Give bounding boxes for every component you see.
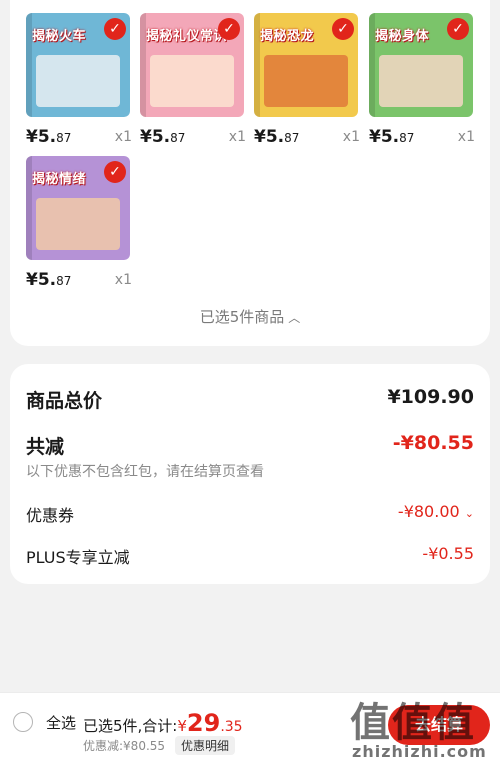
cover-illustration (379, 55, 463, 107)
price-integer: ¥5. (26, 270, 57, 290)
coupon-row[interactable]: 优惠券 -¥80.00 ⌄ (26, 502, 474, 525)
product-thumbnail[interactable]: 揭秘火车 ✓ (26, 13, 130, 117)
product-quantity: x1 (342, 129, 360, 145)
reduction-note-row: 以下优惠不包含红包，请在结算页查看 (26, 461, 474, 481)
product-thumbnail[interactable]: 揭秘礼仪常识 ✓ (140, 13, 244, 117)
product-thumbnail[interactable]: 揭秘恐龙 ✓ (254, 13, 358, 117)
cover-title: 揭秘礼仪常识 (146, 29, 228, 44)
coupon-label: 优惠券 (26, 506, 75, 525)
cover-illustration (150, 55, 234, 107)
total-line: 已选5件,合计:¥29.35 (83, 709, 243, 737)
checkout-bar: 全选 已选5件,合计:¥29.35 优惠减:¥80.55 优惠明细 去结算 (0, 692, 500, 769)
discount-line: 优惠减:¥80.55 优惠明细 (83, 736, 236, 755)
cover-title: 揭秘身体 (375, 29, 430, 44)
selected-check-icon[interactable]: ✓ (447, 18, 469, 40)
cover-illustration (264, 55, 348, 107)
total-decimal: .35 (220, 719, 243, 735)
price-integer: ¥5. (369, 127, 400, 147)
plus-row: PLUS专享立减 -¥0.55 (26, 544, 474, 567)
cover-title: 揭秘火车 (32, 29, 87, 44)
price-decimal: 87 (56, 274, 72, 288)
product-price: ¥5.87 (369, 127, 414, 147)
product-thumbnail[interactable]: 揭秘情绪 ✓ (26, 156, 130, 260)
product-quantity: x1 (457, 129, 475, 145)
price-integer: ¥5. (26, 127, 57, 147)
cover-title: 揭秘情绪 (32, 172, 87, 187)
plus-label: PLUS专享立减 (26, 548, 130, 567)
reduction-value: -¥80.55 (392, 432, 474, 454)
product-price: ¥5.87 (26, 270, 71, 290)
selected-count-label: 已选5件,合计: (83, 717, 178, 735)
coupon-value-group: -¥80.00 ⌄ (398, 502, 474, 521)
product-quantity: x1 (114, 129, 132, 145)
cover-illustration (36, 55, 120, 107)
selected-check-icon[interactable]: ✓ (104, 161, 126, 183)
total-currency: ¥ (177, 717, 187, 735)
product-price: ¥5.87 (140, 127, 185, 147)
cover-title: 揭秘恐龙 (260, 29, 315, 44)
product-price: ¥5.87 (254, 127, 299, 147)
selected-items-label: 已选5件商品 (199, 308, 285, 326)
goods-total-label: 商品总价 (26, 390, 103, 412)
price-decimal: 87 (56, 131, 72, 145)
coupon-value: -¥80.00 (397, 502, 460, 521)
discount-text: 优惠减:¥80.55 (83, 739, 166, 753)
goods-total-value: ¥109.90 (387, 386, 474, 408)
goods-total-row: 商品总价 ¥109.90 (26, 386, 474, 412)
reduction-note: 以下优惠不包含红包，请在结算页查看 (26, 464, 264, 480)
select-all-label[interactable]: 全选 (46, 712, 76, 733)
select-all-radio[interactable] (13, 712, 33, 732)
product-quantity: x1 (114, 272, 132, 288)
cover-illustration (36, 198, 120, 250)
price-integer: ¥5. (254, 127, 285, 147)
reduction-label: 共减 (26, 436, 65, 458)
product-thumbnail[interactable]: 揭秘身体 ✓ (369, 13, 473, 117)
checkout-button[interactable]: 去结算 (388, 705, 490, 745)
selected-check-icon[interactable]: ✓ (104, 18, 126, 40)
total-integer: 29 (186, 709, 221, 737)
chevron-down-icon: ⌄ (464, 507, 474, 520)
product-quantity: x1 (228, 129, 246, 145)
price-decimal: 87 (170, 131, 186, 145)
price-integer: ¥5. (140, 127, 171, 147)
product-price: ¥5.87 (26, 127, 71, 147)
selected-check-icon[interactable]: ✓ (332, 18, 354, 40)
selected-items-toggle[interactable]: 已选5件商品 ︿ (10, 306, 490, 327)
selected-check-icon[interactable]: ✓ (218, 18, 240, 40)
reduction-row: 共减 -¥80.55 (26, 432, 474, 458)
price-decimal: 87 (284, 131, 300, 145)
chevron-up-icon: ︿ (288, 311, 301, 325)
price-decimal: 87 (399, 131, 415, 145)
plus-value: -¥0.55 (422, 544, 474, 563)
discount-detail-button[interactable]: 优惠明细 (175, 736, 236, 755)
product-list-card: 揭秘火车 ✓ ¥5.87 x1 揭秘礼仪常识 ✓ ¥5.87 x1 揭秘恐龙 ✓ ¥5.87 x1 揭秘… (10, 0, 490, 346)
price-breakdown-card: 商品总价 ¥109.90 共减 -¥80.55 以下优惠不包含红包，请在结算页查… (10, 364, 490, 584)
